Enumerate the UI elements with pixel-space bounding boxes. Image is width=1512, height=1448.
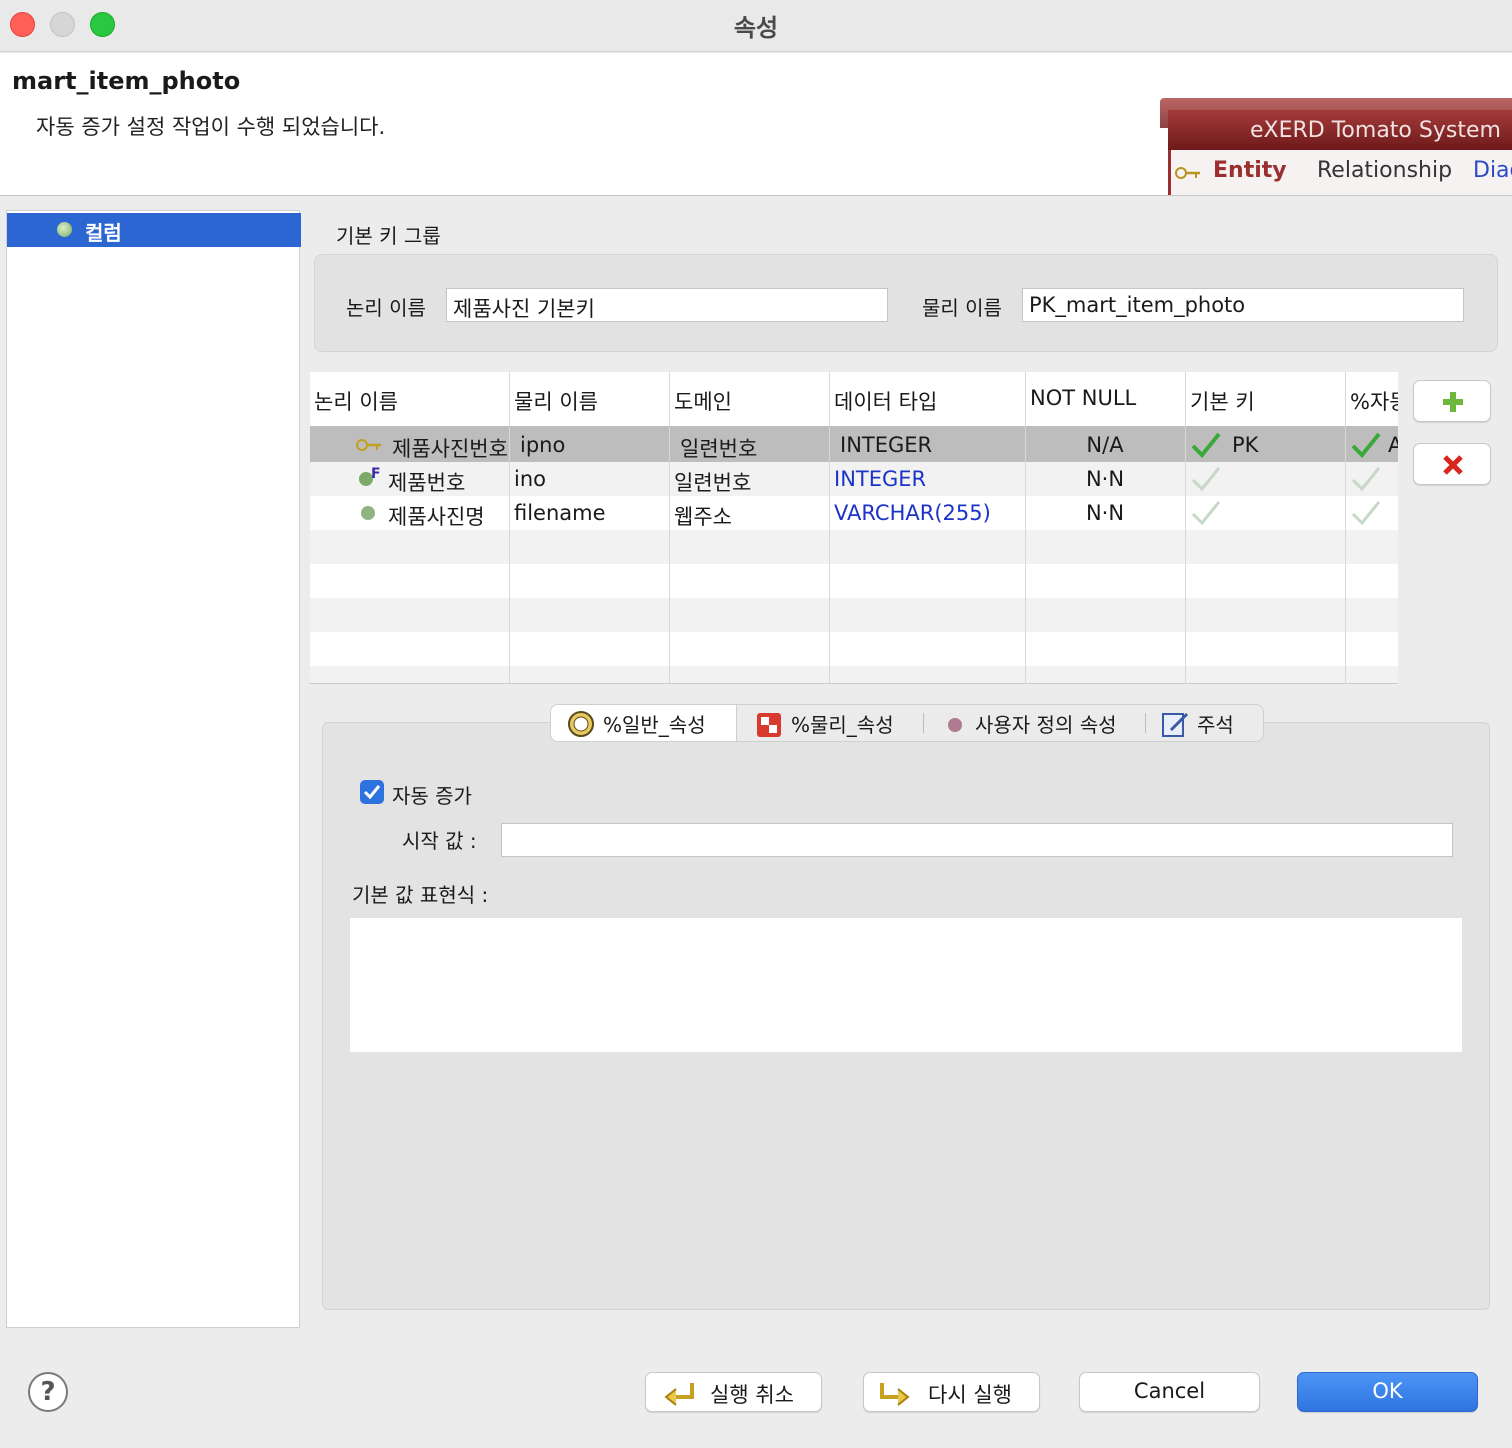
cancel-button[interactable]: Cancel: [1079, 1372, 1260, 1412]
check-icon[interactable]: [1350, 464, 1382, 494]
column-icon: [57, 222, 72, 237]
cell-notnull: N·N: [1085, 467, 1125, 491]
column-header-domain[interactable]: 도메인: [670, 372, 828, 427]
key-icon: [1175, 167, 1200, 179]
check-icon[interactable]: [1350, 498, 1382, 528]
cell-domain: 일련번호: [680, 437, 758, 461]
redo-arrow-icon: [880, 1383, 910, 1406]
check-icon[interactable]: [1190, 430, 1222, 460]
auto-increment-label: 자동 증가: [392, 784, 472, 808]
redo-button[interactable]: 다시 실행: [863, 1372, 1040, 1412]
auto-increment-checkbox[interactable]: [360, 780, 384, 804]
tab-comment[interactable]: 주석: [1157, 705, 1263, 741]
cell-logical: 제품사진명: [388, 505, 485, 529]
start-value-label: 시작 값 :: [402, 829, 477, 853]
add-icon: [1443, 392, 1463, 412]
physical-properties-icon: [757, 713, 781, 737]
cell-physical: filename: [514, 501, 606, 525]
exerd-banner-image: eXERD Tomato System Entity Relationship …: [1160, 98, 1512, 195]
tab-physical[interactable]: %물리_속성: [751, 705, 921, 741]
tab-comment-label: 주석: [1197, 713, 1234, 737]
check-icon[interactable]: [1350, 430, 1382, 460]
svg-text:F: F: [371, 466, 381, 482]
table-row-empty: [310, 632, 1398, 666]
table-row[interactable]: 제품사진번호 ipno 일련번호 INTEGER N/A PK A: [310, 428, 1398, 462]
tab-general-label: %일반_속성: [603, 713, 706, 737]
column-header-pk[interactable]: 기본 키: [1186, 372, 1344, 427]
pk-group-title: 기본 키 그룹: [336, 224, 441, 248]
tab-physical-label: %물리_속성: [791, 713, 894, 737]
column-header-auto[interactable]: %자동: [1346, 372, 1398, 427]
start-value-field[interactable]: [501, 823, 1453, 857]
pk-logical-name-label: 논리 이름: [346, 296, 426, 320]
default-expression-label: 기본 값 표현식 :: [352, 883, 489, 907]
checkmark-icon: [363, 785, 381, 800]
banner-title: eXERD Tomato System: [1250, 118, 1501, 143]
column-header-datatype[interactable]: 데이터 타입: [830, 372, 1024, 427]
column-header-notnull[interactable]: NOT NULL: [1026, 372, 1184, 427]
cell-logical: 제품사진번호: [392, 437, 508, 461]
add-column-button[interactable]: [1413, 380, 1491, 422]
status-message: 자동 증가 설정 작업이 수행 되었습니다.: [36, 115, 386, 139]
key-icon: [356, 439, 381, 451]
tab-user-defined[interactable]: 사용자 정의 속성: [937, 705, 1137, 741]
cell-datatype: VARCHAR(255): [834, 501, 991, 525]
cell-domain: 일련번호: [674, 471, 752, 495]
tree-item-columns[interactable]: 컬럼: [7, 213, 301, 247]
table-row[interactable]: 제품사진명 filename 웹주소 VARCHAR(255) N·N: [310, 496, 1398, 530]
cell-logical: 제품번호: [388, 471, 466, 495]
undo-arrow-icon: [664, 1383, 694, 1406]
banner-tab-diagram: Diag: [1473, 158, 1512, 183]
foreign-key-column-icon: F: [359, 466, 381, 486]
window-title: 속성: [733, 14, 779, 42]
pk-logical-name-field[interactable]: 제품사진 기본키: [446, 288, 888, 322]
entity-name: mart_item_photo: [12, 67, 241, 95]
cell-pk: PK: [1232, 433, 1259, 457]
column-header-logical[interactable]: 논리 이름: [310, 372, 508, 427]
table-row-empty: [310, 530, 1398, 564]
table-row-empty: [310, 564, 1398, 598]
help-button[interactable]: ?: [28, 1372, 68, 1412]
cell-datatype: INTEGER: [834, 467, 927, 491]
dialog-header: mart_item_photo 자동 증가 설정 작업이 수행 되었습니다. e…: [0, 53, 1512, 196]
compass-icon: [568, 711, 594, 737]
ok-button[interactable]: OK: [1297, 1372, 1478, 1412]
cell-domain: 웹주소: [674, 505, 732, 529]
default-expression-textarea[interactable]: [350, 918, 1462, 1052]
cell-physical: ino: [514, 467, 546, 491]
check-icon[interactable]: [1190, 464, 1222, 494]
undo-button[interactable]: 실행 취소: [645, 1372, 822, 1412]
columns-table[interactable]: 논리 이름 물리 이름 도메인 데이터 타입 NOT NULL 기본 키 %자동…: [310, 372, 1398, 684]
redo-label: 다시 실행: [928, 1383, 1012, 1407]
check-icon[interactable]: [1190, 498, 1222, 528]
title-bar: 속성: [0, 0, 1512, 52]
remove-column-button[interactable]: [1413, 443, 1491, 485]
banner-tab-entity: Entity: [1213, 158, 1287, 183]
pk-physical-name-field[interactable]: PK_mart_item_photo: [1022, 288, 1464, 322]
column-header-physical[interactable]: 물리 이름: [510, 372, 668, 427]
table-row-empty: [310, 598, 1398, 632]
cell-notnull: N·N: [1085, 501, 1125, 525]
column-icon: [361, 506, 375, 520]
pk-physical-name-label: 물리 이름: [922, 296, 1002, 320]
cell-datatype: INTEGER: [840, 433, 933, 457]
property-tree: 컬럼: [6, 210, 301, 1328]
banner-tab-relationship: Relationship: [1317, 158, 1453, 183]
tab-user-defined-label: 사용자 정의 속성: [975, 713, 1117, 737]
remove-icon: [1443, 455, 1463, 475]
tab-general[interactable]: %일반_속성: [551, 705, 737, 741]
table-row-empty: [310, 666, 1398, 683]
undo-label: 실행 취소: [710, 1383, 794, 1407]
note-icon: [1162, 712, 1189, 737]
cell-notnull: N/A: [1086, 433, 1124, 457]
table-row[interactable]: F 제품번호 ino 일련번호 INTEGER N·N: [310, 462, 1398, 496]
cell-auto: A: [1384, 428, 1398, 462]
cell-physical: ipno: [520, 433, 566, 457]
user-property-icon: [948, 718, 962, 732]
property-tabs: %일반_속성 %물리_속성 사용자 정의 속성 주석: [550, 704, 1264, 742]
tree-item-label: 컬럼: [85, 221, 122, 245]
